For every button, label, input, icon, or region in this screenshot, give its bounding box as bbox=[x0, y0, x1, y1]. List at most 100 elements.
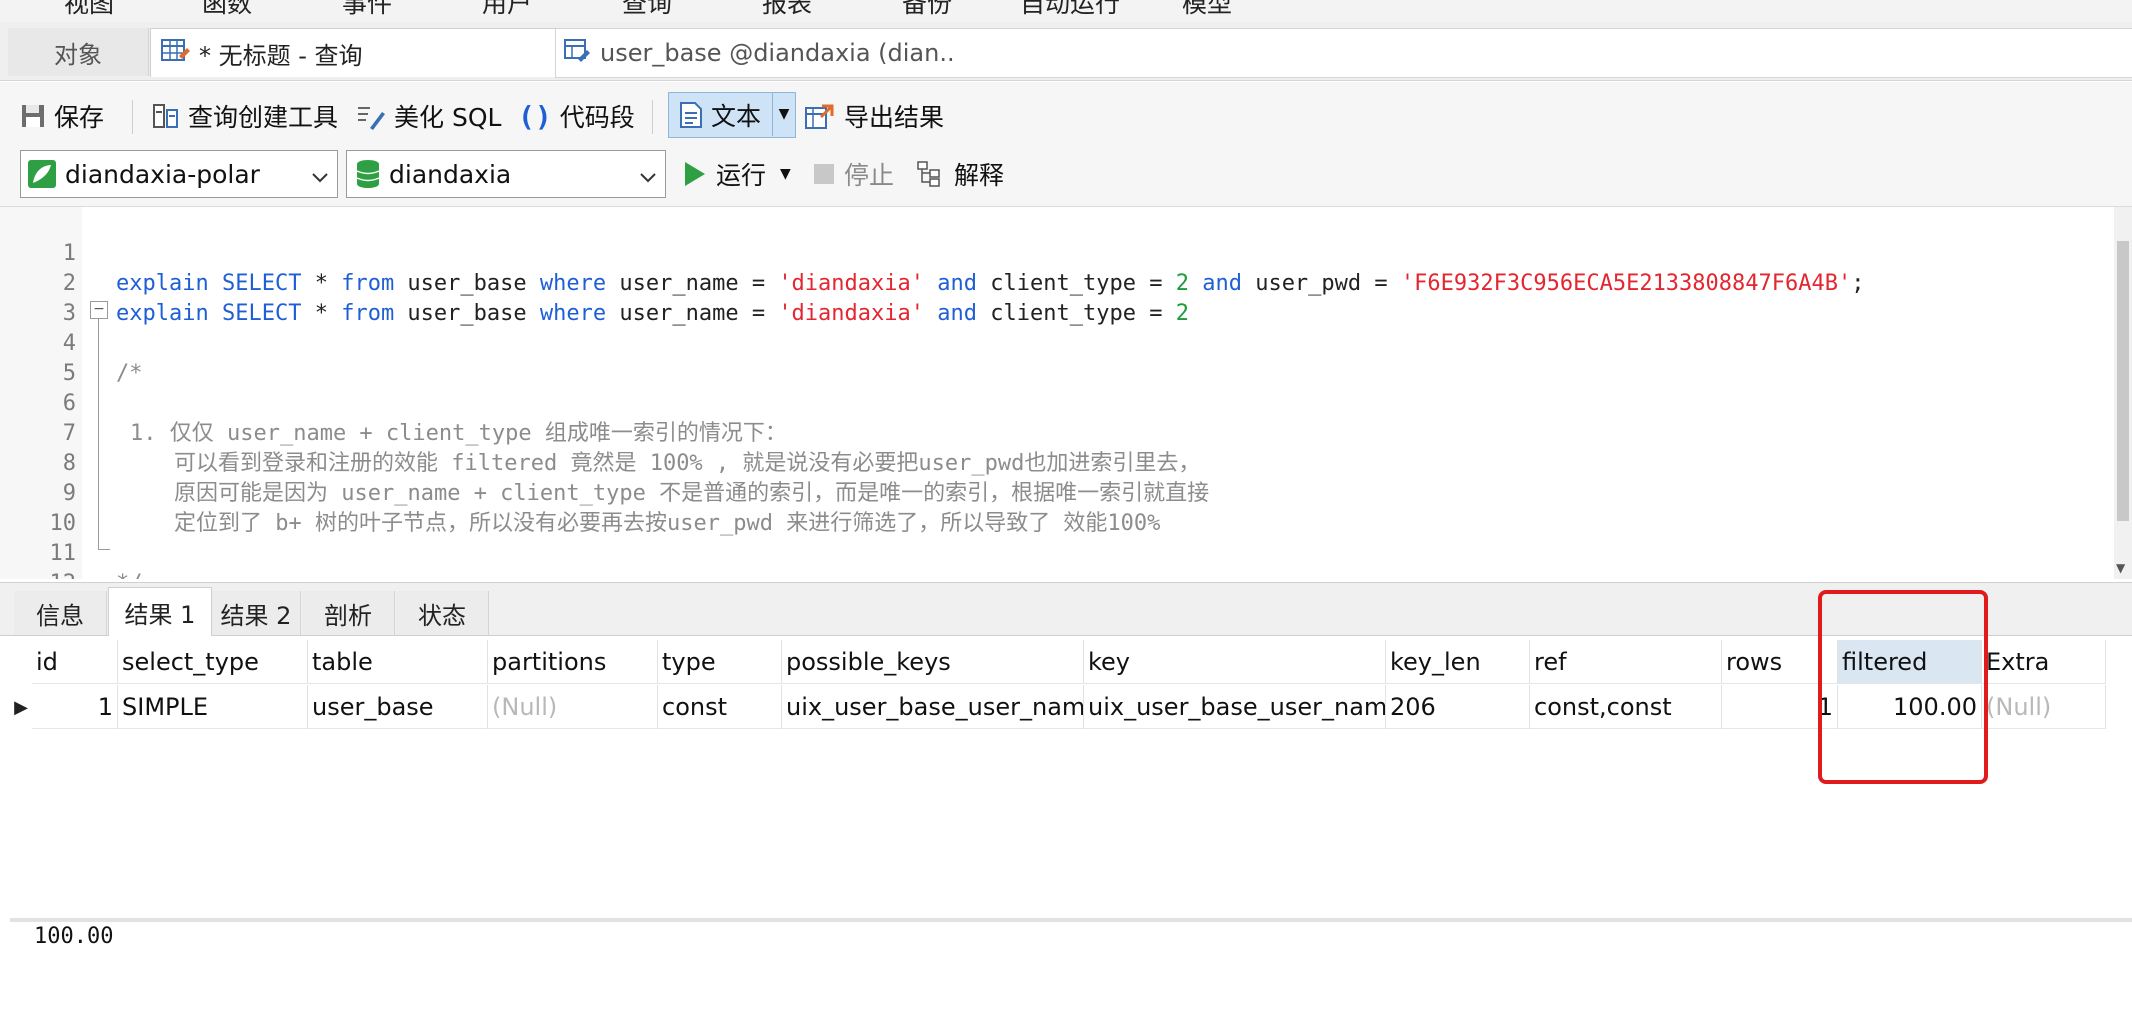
explain-label: 解释 bbox=[954, 161, 1005, 190]
result-tab-strip: 信息 结果 1 结果 2 剖析 状态 bbox=[0, 582, 2132, 636]
menu-query[interactable]: 查询 bbox=[622, 0, 672, 20]
menu-automation[interactable]: 自动运行 bbox=[1020, 0, 1120, 20]
query-builder-button[interactable]: 查询创建工具 bbox=[152, 96, 338, 136]
comment-line: 定位到了 b+ 树的叶子节点，所以没有必要再去按user_pwd 来进行筛选了，… bbox=[174, 511, 1161, 536]
menu-backup[interactable]: 备份 bbox=[902, 0, 952, 20]
cell-table[interactable]: user_base bbox=[308, 685, 488, 729]
comment-line: 原因可能是因为 user_name + client_type 不是普通的索引，… bbox=[174, 481, 1210, 506]
cell-key-len[interactable]: 206 bbox=[1386, 685, 1530, 729]
filtered-highlight-box bbox=[1818, 590, 1988, 784]
comment-open: /* bbox=[116, 361, 143, 386]
row-indicator-icon: ▶ bbox=[14, 696, 28, 718]
cell-id[interactable]: 1 bbox=[32, 685, 118, 729]
text-mode-dropdown[interactable]: ▼ bbox=[772, 92, 795, 136]
document-tab-strip: 对象 * 无标题 - 查询 user_base @diandaxia (dian… bbox=[0, 22, 2132, 81]
column-header-type[interactable]: type bbox=[658, 640, 782, 684]
tab-info[interactable]: 信息 bbox=[14, 591, 107, 635]
tab-untitled-query[interactable]: * 无标题 - 查询 bbox=[150, 28, 562, 77]
export-results-button[interactable]: 导出结果 bbox=[804, 96, 944, 136]
beautify-sql-button[interactable]: 美化 SQL bbox=[356, 96, 501, 136]
tab-result-1-label: 结果 1 bbox=[124, 600, 196, 629]
save-button[interactable]: 保存 bbox=[20, 96, 104, 136]
cell-possible-keys[interactable]: uix_user_base_user_name bbox=[782, 685, 1084, 729]
tab-profile-label: 剖析 bbox=[324, 601, 372, 630]
snippet-label: 代码段 bbox=[559, 103, 635, 132]
stop-button[interactable]: 停止 bbox=[812, 154, 894, 194]
explain-button[interactable]: 解释 bbox=[916, 154, 1004, 194]
comment-line: 可以看到登录和注册的效能 filtered 竟然是 100% , 就是说没有必要… bbox=[174, 451, 1201, 476]
comment-line: 1. 仅仅 user_name + client_type 组成唯一索引的情况下… bbox=[130, 421, 787, 446]
play-icon bbox=[682, 160, 708, 188]
database-select-value: diandaxia bbox=[389, 159, 512, 189]
run-label: 运行 bbox=[716, 161, 767, 190]
editor-line: 2 explain SELECT * from user_base where … bbox=[0, 239, 1189, 326]
menu-model[interactable]: 模型 bbox=[1182, 0, 1232, 20]
menu-functions[interactable]: 函数 bbox=[202, 0, 252, 20]
query-grid-icon bbox=[161, 36, 191, 70]
toolbar-separator bbox=[132, 100, 133, 134]
column-header-key-len[interactable]: key_len bbox=[1386, 640, 1530, 684]
tab-result-1[interactable]: 结果 1 bbox=[108, 587, 212, 636]
tab-status-label: 状态 bbox=[418, 601, 466, 630]
save-icon bbox=[20, 103, 46, 129]
database-select[interactable]: diandaxia bbox=[346, 150, 666, 198]
column-header-select-type[interactable]: select_type bbox=[118, 640, 308, 684]
tab-info-label: 信息 bbox=[36, 601, 84, 630]
cell-key[interactable]: uix_user_base_user_name bbox=[1084, 685, 1386, 729]
export-icon bbox=[804, 102, 836, 130]
scroll-down-icon[interactable]: ▼ bbox=[2116, 561, 2125, 575]
editor-vertical-scrollbar[interactable]: ▼ bbox=[2114, 207, 2132, 579]
chevron-down-icon: ▼ bbox=[778, 106, 790, 122]
editor-line: 12 bbox=[0, 539, 77, 579]
toolbar-separator bbox=[652, 100, 653, 134]
sql-editor[interactable]: 1 explain SELECT * from user_base where … bbox=[0, 207, 2132, 579]
column-header-id[interactable]: id bbox=[32, 640, 118, 684]
menu-reports[interactable]: 报表 bbox=[762, 0, 812, 20]
table-edit-icon bbox=[564, 37, 592, 69]
tab-strip-filler bbox=[955, 28, 2132, 78]
run-button[interactable]: 运行 ▼ bbox=[682, 154, 791, 194]
editor-line: 11 */ bbox=[0, 509, 143, 579]
fold-guide-line bbox=[98, 319, 99, 549]
text-mode-label: 文本 bbox=[711, 102, 762, 131]
column-header-table[interactable]: table bbox=[308, 640, 488, 684]
menu-events[interactable]: 事件 bbox=[342, 0, 392, 20]
tab-table-label: user_base @diandaxia (dian... bbox=[600, 39, 963, 67]
menu-users[interactable]: 用户 bbox=[482, 0, 532, 20]
chevron-down-icon bbox=[311, 163, 329, 192]
tab-result-2[interactable]: 结果 2 bbox=[212, 591, 301, 635]
tab-user-base-table[interactable]: user_base @diandaxia (dian... bbox=[555, 28, 965, 78]
connection-select-value: diandaxia-polar bbox=[65, 159, 260, 189]
menu-bar: 视图 函数 事件 用户 查询 报表 备份 自动运行 模型 bbox=[0, 0, 2132, 23]
cell-extra[interactable]: (Null) bbox=[1982, 685, 2106, 729]
cell-ref[interactable]: const,const bbox=[1530, 685, 1722, 729]
column-header-ref[interactable]: ref bbox=[1530, 640, 1722, 684]
tab-profile[interactable]: 剖析 bbox=[302, 591, 395, 635]
explain-tree-icon bbox=[916, 160, 946, 188]
editor-line: 9 定位到了 b+ 树的叶子节点，所以没有必要再去按user_pwd 来进行筛选… bbox=[0, 449, 1161, 536]
line-number: 12 bbox=[0, 569, 77, 579]
query-builder-label: 查询创建工具 bbox=[188, 103, 339, 132]
column-header-key[interactable]: key bbox=[1084, 640, 1386, 684]
beautify-sql-label: 美化 SQL bbox=[394, 103, 502, 132]
tab-objects[interactable]: 对象 bbox=[8, 28, 149, 76]
save-label: 保存 bbox=[54, 103, 105, 132]
column-header-extra[interactable]: Extra bbox=[1982, 640, 2106, 684]
fold-collapse-icon[interactable]: − bbox=[90, 301, 108, 319]
menu-view[interactable]: 视图 bbox=[64, 0, 114, 20]
column-header-possible-keys[interactable]: possible_keys bbox=[782, 640, 1084, 684]
editor-line: 5 bbox=[0, 329, 76, 386]
query-builder-icon bbox=[152, 102, 180, 130]
cell-select-type[interactable]: SIMPLE bbox=[118, 685, 308, 729]
column-header-partitions[interactable]: partitions bbox=[488, 640, 658, 684]
result-grid[interactable]: id select_type table partitions type pos… bbox=[10, 640, 2132, 920]
snippet-button[interactable]: () 代码段 bbox=[518, 96, 635, 136]
cell-partitions[interactable]: (Null) bbox=[488, 685, 658, 729]
run-dropdown-chevron-icon[interactable]: ▼ bbox=[780, 166, 791, 182]
tab-status[interactable]: 状态 bbox=[396, 591, 489, 635]
scrollbar-thumb[interactable] bbox=[2117, 241, 2129, 521]
cell-type[interactable]: const bbox=[658, 685, 782, 729]
connection-select[interactable]: diandaxia-polar bbox=[20, 150, 338, 198]
tab-objects-label: 对象 bbox=[54, 40, 102, 69]
fold-guide-end bbox=[98, 549, 110, 550]
